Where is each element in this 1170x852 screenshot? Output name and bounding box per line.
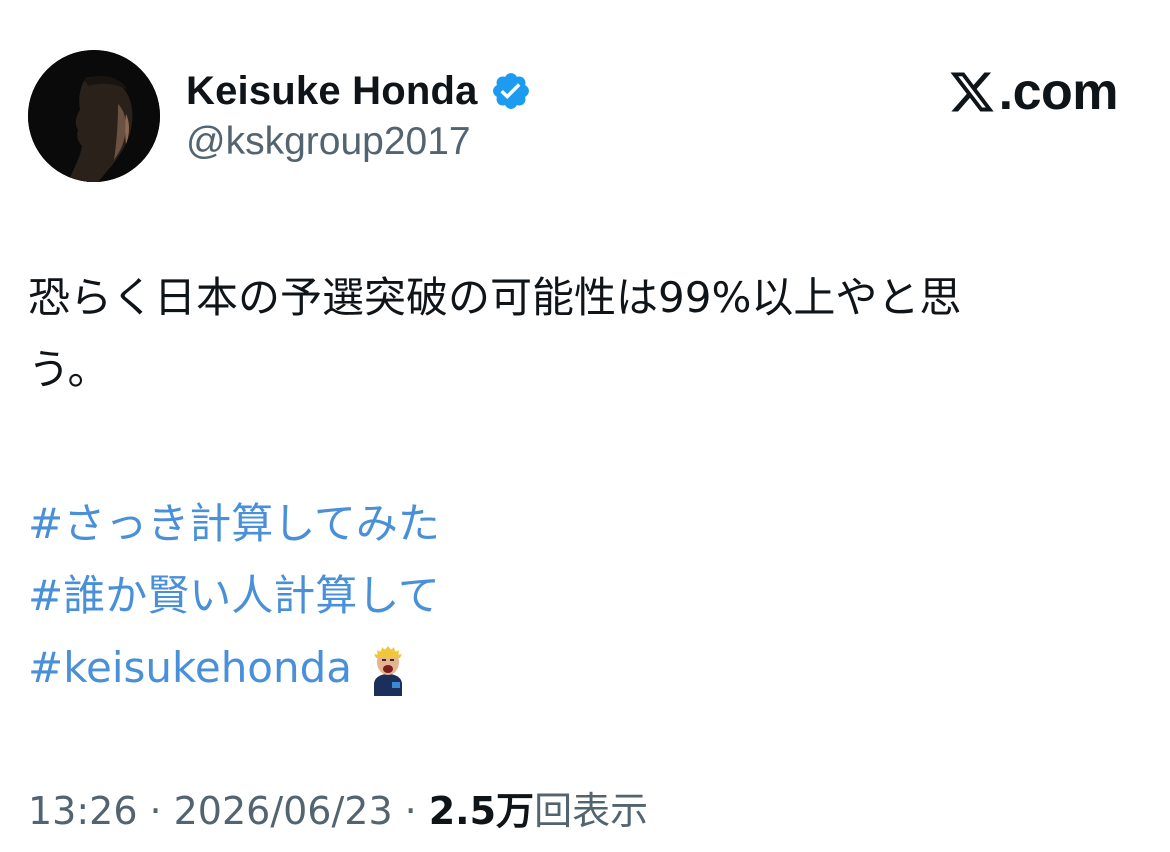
avatar[interactable] — [28, 50, 160, 182]
author-display-name[interactable]: Keisuke Honda — [186, 69, 478, 114]
hashtag-link[interactable]: #さっき計算してみた — [28, 488, 440, 560]
x-com-logo: .com — [947, 63, 1119, 121]
x-domain-text: .com — [998, 63, 1119, 121]
hashtag-label[interactable]: #さっき計算してみた — [28, 488, 440, 560]
hashtag-link[interactable]: #誰か賢い人計算して — [28, 560, 440, 632]
tweet-text-line: 恐らく日本の予選突破の可能性は99%以上やと思 — [28, 273, 962, 322]
tweet-text: 恐らく日本の予選突破の可能性は99%以上やと思 う。 — [28, 262, 1128, 406]
verified-badge-icon — [490, 70, 532, 112]
tweet-text-line: う。 — [28, 345, 110, 394]
keisukehonda-hashflag-icon — [366, 640, 410, 696]
views-count: 2.5万 — [428, 789, 535, 833]
avatar-photo — [28, 50, 160, 182]
hashtag-list: #さっき計算してみた #誰か賢い人計算して #keisukehonda — [28, 488, 440, 704]
hashtag-label[interactable]: #誰か賢い人計算して — [28, 560, 440, 632]
views-label: 回表示 — [534, 789, 649, 833]
tweet-date[interactable]: 2026/06/23 — [174, 789, 393, 833]
meta-separator: · — [404, 789, 417, 833]
meta-separator: · — [149, 789, 162, 833]
tweet-metadata: 13:26 · 2026/06/23 · 2.5万 回表示 — [28, 780, 648, 835]
author-name-row[interactable]: Keisuke Honda — [186, 62, 532, 120]
tweet-time[interactable]: 13:26 — [28, 789, 138, 833]
author-handle[interactable]: @kskgroup2017 — [186, 120, 471, 164]
x-logo-icon — [947, 68, 997, 116]
hashtag-label[interactable]: #keisukehonda — [28, 632, 352, 704]
hashtag-link[interactable]: #keisukehonda — [28, 632, 440, 704]
